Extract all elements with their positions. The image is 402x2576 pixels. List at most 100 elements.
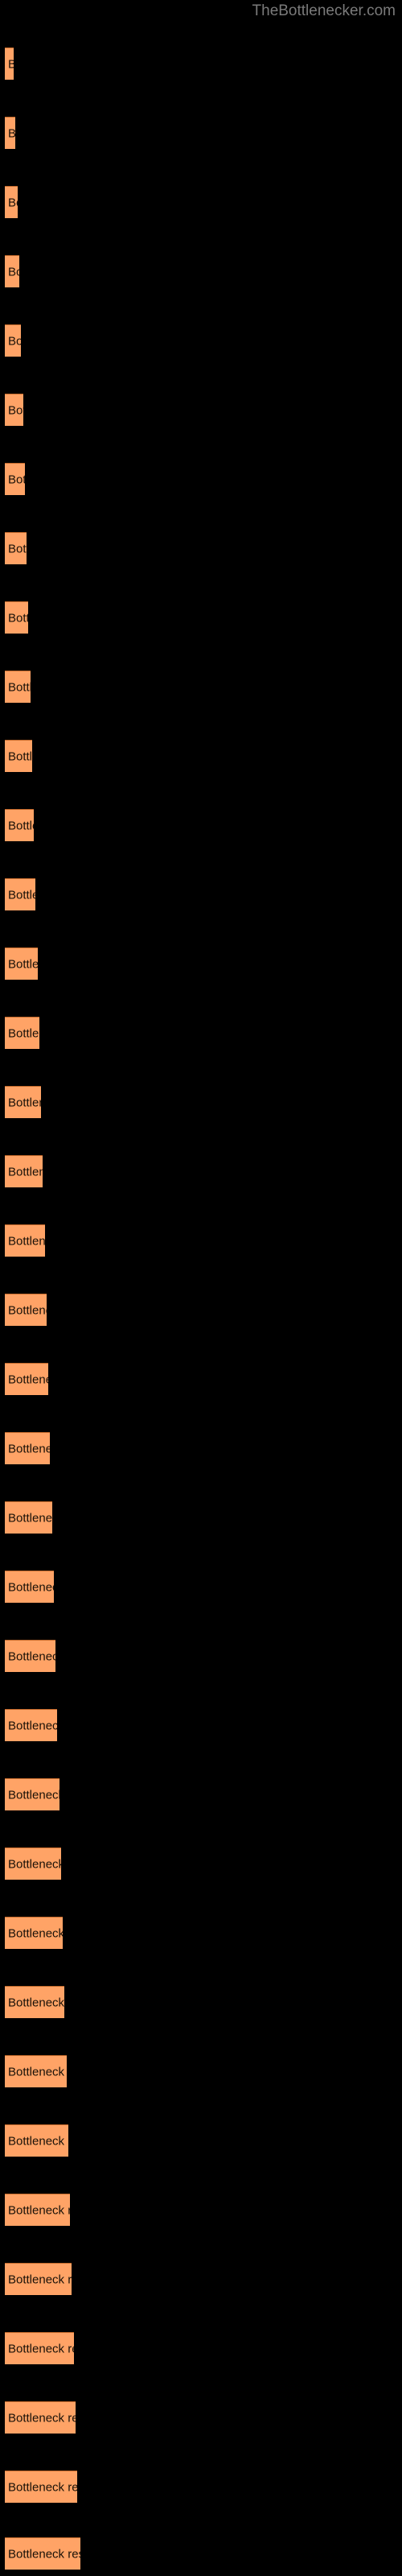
- bar[interactable]: Bottleneck result: [5, 1640, 55, 1672]
- bar-label: Bottleneck result: [8, 2203, 70, 2217]
- bar-row: Bottleneck result: [0, 1571, 402, 1603]
- bar-label: Bottleneck result: [8, 1303, 47, 1317]
- bar-label: Bottleneck result: [8, 888, 35, 902]
- bar[interactable]: Bottleneck result: [5, 1847, 61, 1880]
- bar-row: Bottleneck result: [0, 809, 402, 841]
- bar[interactable]: Bottleneck result: [5, 2401, 76, 2434]
- bar[interactable]: Bottleneck result: [5, 1224, 45, 1257]
- bar[interactable]: Bottleneck result: [5, 47, 14, 80]
- bar[interactable]: Bottleneck result: [5, 394, 23, 426]
- bar-row: Bottleneck result: [0, 1017, 402, 1049]
- bar-row: Bottleneck result: [0, 1501, 402, 1534]
- bar[interactable]: Bottleneck result: [5, 947, 38, 980]
- bar-row: Bottleneck result: [0, 1778, 402, 1810]
- bar-label: Bottleneck result: [8, 1857, 61, 1871]
- bar[interactable]: Bottleneck result: [5, 1571, 54, 1603]
- bar[interactable]: Bottleneck result: [5, 740, 32, 772]
- bar-label: Bottleneck result: [8, 57, 14, 71]
- bar-label: Bottleneck result: [8, 2134, 68, 2148]
- bar-label: Bottleneck result: [8, 126, 15, 140]
- bar-row: Bottleneck result: [0, 2194, 402, 2226]
- bar-label: Bottleneck result: [8, 2342, 74, 2355]
- bar-row: Bottleneck result: [0, 1294, 402, 1326]
- bar-label: Bottleneck result: [8, 403, 23, 417]
- bar-label: Bottleneck result: [8, 1096, 41, 1109]
- bar-label: Bottleneck result: [8, 1026, 39, 1040]
- bar[interactable]: Bottleneck result: [5, 463, 25, 495]
- bottleneck-bar-chart: TheBottlenecker.com Bottleneck resultBot…: [0, 0, 402, 2576]
- bar-row: Bottleneck result: [0, 1986, 402, 2018]
- bar[interactable]: Bottleneck result: [5, 1432, 50, 1464]
- bar-row: Bottleneck result: [0, 117, 402, 149]
- bar-label: Bottleneck result: [8, 542, 27, 555]
- bar[interactable]: Bottleneck result: [5, 878, 35, 910]
- bar-row: Bottleneck result: [0, 463, 402, 495]
- bar-label: Bottleneck result: [8, 1996, 64, 2009]
- bar-row: Bottleneck result: [0, 2401, 402, 2434]
- bar[interactable]: Bottleneck result: [5, 2055, 67, 2087]
- bar-row: Bottleneck result: [0, 878, 402, 910]
- bar[interactable]: Bottleneck result: [5, 809, 34, 841]
- bar[interactable]: Bottleneck result: [5, 2471, 77, 2503]
- bar[interactable]: Bottleneck result: [5, 671, 31, 703]
- bar-row: Bottleneck result: [0, 947, 402, 980]
- bar[interactable]: Bottleneck result: [5, 1709, 57, 1741]
- bar-label: Bottleneck result: [8, 265, 19, 279]
- bar[interactable]: Bottleneck result: [5, 1501, 52, 1534]
- bar-label: Bottleneck result: [8, 473, 25, 486]
- bar-label: Bottleneck result: [8, 611, 28, 625]
- bar-row: Bottleneck result: [0, 394, 402, 426]
- bar[interactable]: Bottleneck result: [5, 2263, 72, 2295]
- bar-row: Bottleneck result: [0, 186, 402, 218]
- bar[interactable]: Bottleneck result: [5, 2194, 70, 2226]
- bar-series-container: Bottleneck result Bottleneck result Bottle…: [0, 0, 402, 2576]
- bar-row: Bottleneck result: [0, 601, 402, 634]
- bar-label: Bottleneck result: [8, 2547, 80, 2561]
- bar-label: Bottleneck result: [8, 1649, 55, 1663]
- bar-row: Bottleneck result: [0, 1847, 402, 1880]
- bar-row: Bottleneck result: [0, 47, 402, 80]
- bar-row: Bottleneck result: [0, 2124, 402, 2157]
- bar[interactable]: Bottleneck result: [5, 1086, 41, 1118]
- bar-label: Bottleneck result: [8, 2480, 77, 2494]
- bar-label: Bottleneck result: [8, 957, 38, 971]
- bar[interactable]: Bottleneck result: [5, 1017, 39, 1049]
- bar-label: Bottleneck result: [8, 2065, 67, 2079]
- bar-row: Bottleneck result: [0, 1086, 402, 1118]
- bar-row: Bottleneck result: [0, 740, 402, 772]
- bar[interactable]: Bottleneck result: [5, 117, 15, 149]
- bar-row: Bottleneck result: [0, 1709, 402, 1741]
- bar-label: Bottleneck result: [8, 2411, 76, 2425]
- bar-row: Bottleneck result: [0, 1917, 402, 1949]
- bar-row: Bottleneck result: [0, 255, 402, 287]
- bar-row: Bottleneck result: [0, 1155, 402, 1187]
- bar-label: Bottleneck result: [8, 1511, 52, 1525]
- bar-label: Bottleneck result: [8, 1580, 54, 1594]
- bar[interactable]: Bottleneck result: [5, 1917, 63, 1949]
- bar-label: Bottleneck result: [8, 2273, 72, 2286]
- bar-label: Bottleneck result: [8, 1442, 50, 1455]
- bar[interactable]: Bottleneck result: [5, 2332, 74, 2364]
- bar-row: Bottleneck result: [0, 532, 402, 564]
- bar[interactable]: Bottleneck result: [5, 1155, 43, 1187]
- bar-label: Bottleneck result: [8, 819, 34, 832]
- bar[interactable]: Bottleneck result: [5, 186, 18, 218]
- bar-row: Bottleneck result: [0, 1224, 402, 1257]
- bar[interactable]: Bottleneck result: [5, 601, 28, 634]
- bar[interactable]: Bottleneck result: [5, 1986, 64, 2018]
- bar-row: Bottleneck result: [0, 2263, 402, 2295]
- bar-row: Bottleneck result: [0, 1363, 402, 1395]
- bar-row: Bottleneck result: [0, 1432, 402, 1464]
- bar[interactable]: Bottleneck result: [5, 532, 27, 564]
- bar-label: Bottleneck result: [8, 196, 18, 209]
- bar[interactable]: Bottleneck result: [5, 1363, 48, 1395]
- bar[interactable]: Bottleneck result: [5, 1778, 59, 1810]
- bar[interactable]: Bottleneck result: [5, 1294, 47, 1326]
- bar[interactable]: Bottleneck result: [5, 255, 19, 287]
- bar-row: Bottleneck result: [0, 324, 402, 357]
- bar-label: Bottleneck result: [8, 680, 31, 694]
- bar[interactable]: Bottleneck result: [5, 324, 21, 357]
- bar[interactable]: Bottleneck result: [5, 2124, 68, 2157]
- bar[interactable]: Bottleneck result: [5, 2537, 80, 2570]
- bar-label: Bottleneck result: [8, 1165, 43, 1179]
